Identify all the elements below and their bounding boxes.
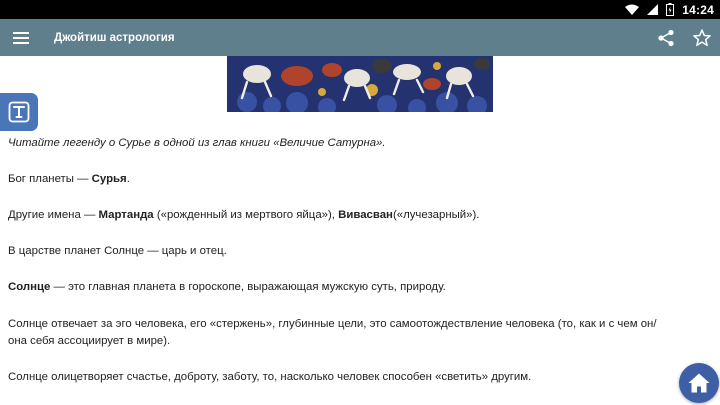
app-bar: Джойтиш астрология: [0, 19, 720, 56]
article-content: Читайте легенду о Сурье в одной из глав …: [0, 56, 720, 405]
menu-icon: [13, 31, 29, 44]
home-icon: [688, 373, 710, 393]
sun-chariot-illustration: [227, 56, 493, 112]
app-title: Джойтиш астрология: [54, 31, 175, 44]
article-paragraph-intro: Читайте легенду о Сурье в одной из глав …: [8, 135, 712, 152]
text: Бог планеты —: [8, 173, 92, 185]
article-paragraph-god: Бог планеты — Сурья.: [8, 171, 712, 188]
status-time: 14:24: [682, 2, 714, 17]
article-paragraph-happiness: Солнце олицетворяет счастье, доброту, за…: [8, 371, 532, 383]
star-icon: [693, 28, 711, 46]
share-button[interactable]: [648, 19, 684, 56]
status-bar: 14:24: [0, 0, 720, 19]
text: Солнце отвечает за эго человека, его «ст…: [8, 318, 657, 330]
hero-image: [227, 56, 493, 112]
intro-text: Читайте легенду о Сурье в одной из глав …: [8, 137, 386, 149]
text: .: [126, 173, 130, 185]
text-size-button[interactable]: [0, 93, 38, 131]
article-paragraph-main: Солнце — это главная планета в гороскопе…: [8, 279, 712, 296]
wifi-icon: [625, 4, 640, 15]
bold-text: Солнце: [8, 281, 51, 293]
article-paragraph-ego: Солнце отвечает за эго человека, его «ст…: [8, 316, 712, 350]
text: («лучезарный»).: [392, 209, 480, 221]
bold-text: Вивасван: [338, 209, 393, 221]
menu-button[interactable]: [0, 19, 42, 56]
article-paragraph-king: В царстве планет Солнце — царь и отец.: [8, 245, 227, 257]
signal-icon: [647, 4, 659, 15]
text: — это главная планета в гороскопе, выраж…: [50, 281, 446, 293]
text: она себя ассоциирует в мире).: [8, 335, 171, 347]
bold-text: Мартанда: [98, 209, 154, 221]
text-size-icon: [8, 101, 30, 123]
text: Другие имена —: [8, 209, 99, 221]
text: («рожденный из мертвого яйца»),: [153, 209, 339, 221]
battery-icon: [666, 3, 675, 16]
share-icon: [658, 29, 674, 46]
home-button[interactable]: [679, 363, 719, 403]
bold-text: Сурья: [91, 173, 127, 185]
article-paragraph-names: Другие имена — Мартанда («рожденный из м…: [8, 207, 712, 224]
favorite-button[interactable]: [684, 19, 720, 56]
